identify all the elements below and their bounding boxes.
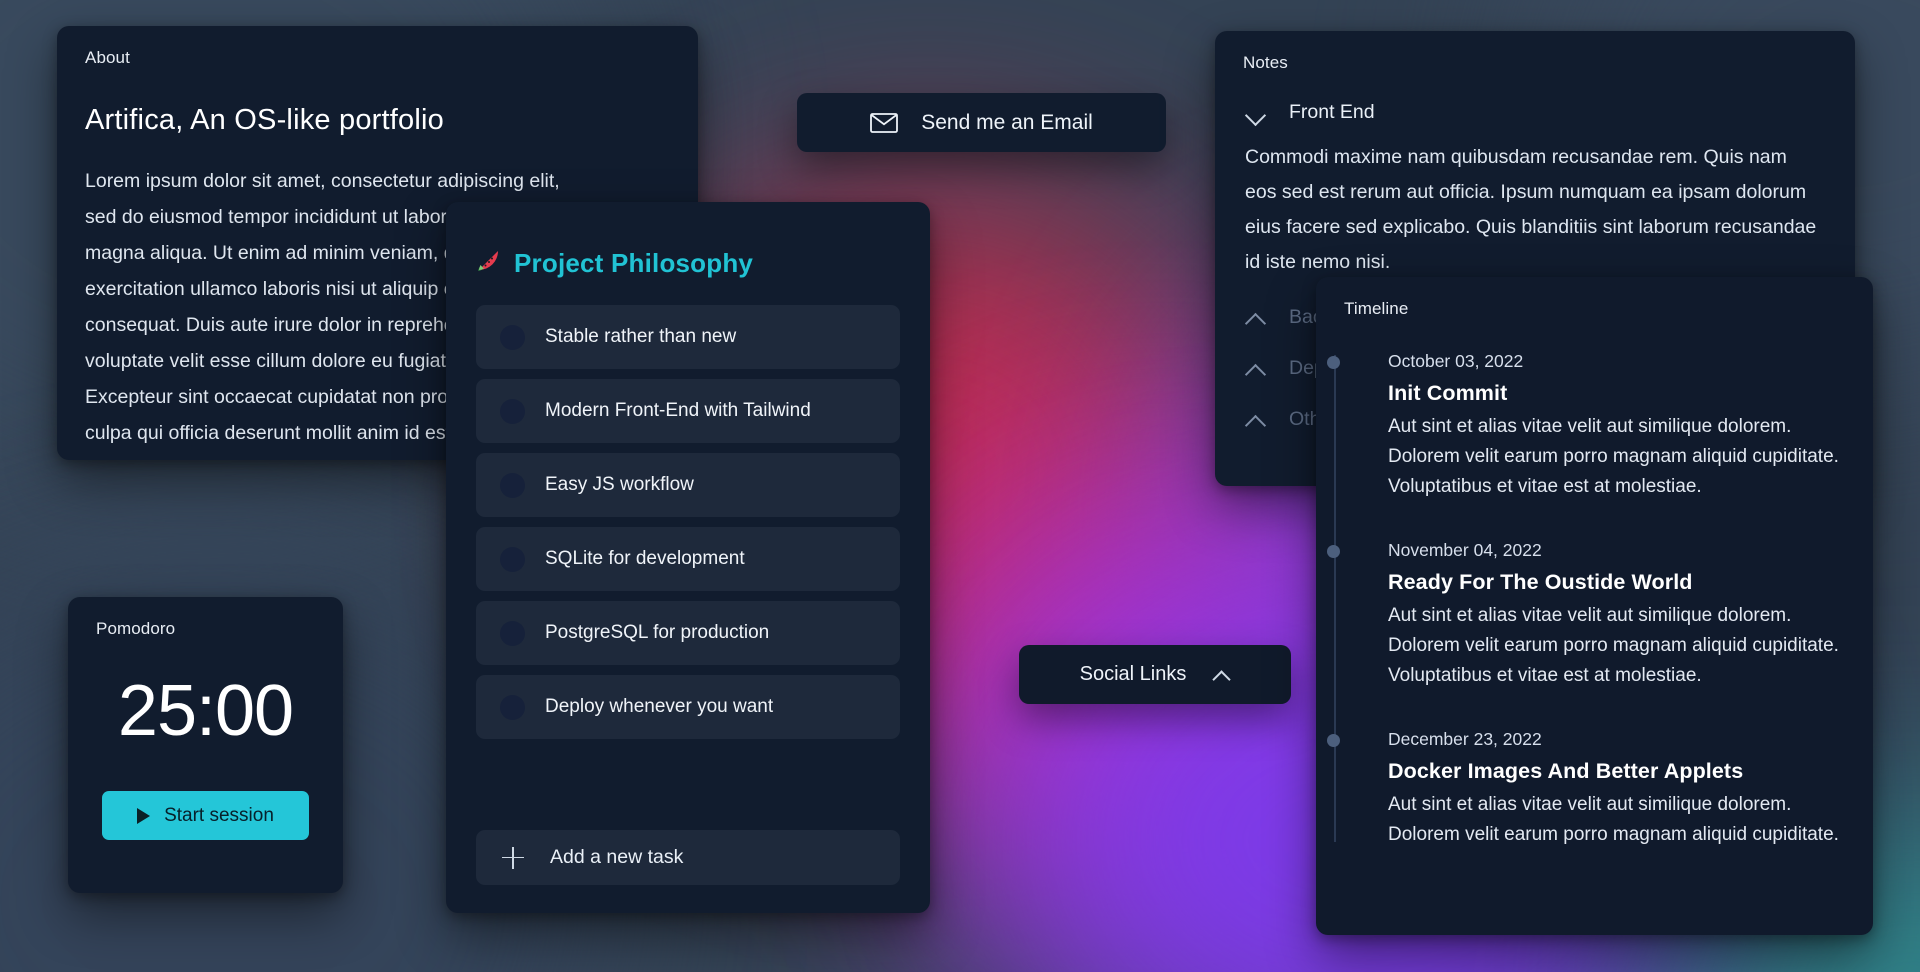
circle-unchecked-icon[interactable] — [500, 324, 525, 350]
timeline-entry-description: Aut sint et alias vitae velit aut simili… — [1388, 605, 1839, 686]
todo-item-label: SQLite for development — [545, 548, 745, 569]
notes-window-title: Notes — [1243, 53, 1288, 72]
send-email-button[interactable]: Send me an Email — [797, 93, 1166, 152]
circle-unchecked-icon[interactable] — [500, 620, 525, 646]
timeline-entry[interactable]: December 23, 2022 Docker Images And Bett… — [1327, 727, 1873, 850]
play-icon — [137, 807, 151, 824]
todo-item-label: Deploy whenever you want — [545, 696, 774, 717]
watermelon-icon — [476, 248, 502, 279]
notes-section-body: Commodi maxime nam quibusdam recusandae … — [1245, 146, 1817, 273]
timeline-entry[interactable]: November 04, 2022 Ready For The Oustide … — [1327, 538, 1873, 691]
project-philosophy-title: Project Philosophy — [514, 248, 754, 278]
plus-icon — [502, 846, 524, 869]
circle-unchecked-icon[interactable] — [500, 472, 525, 498]
todo-item[interactable]: Deploy whenever you want — [476, 675, 900, 739]
pomodoro-window[interactable]: Pomodoro 25:00 Start session — [68, 597, 343, 893]
project-philosophy-window[interactable]: Project Philosophy Stable rather than ne… — [446, 202, 930, 913]
timeline-bullet-icon — [1327, 356, 1340, 369]
pomodoro-timer-display: 25:00 — [117, 671, 294, 751]
chevron-up-icon — [1245, 363, 1267, 375]
pomodoro-window-title: Pomodoro — [96, 619, 176, 638]
send-email-label: Send me an Email — [921, 110, 1093, 134]
start-session-button[interactable]: Start session — [102, 791, 309, 840]
todo-item[interactable]: Stable rather than new — [476, 305, 900, 369]
circle-unchecked-icon[interactable] — [500, 694, 525, 720]
timeline-entry-description: Aut sint et alias vitae velit aut simili… — [1388, 794, 1839, 845]
social-links-button[interactable]: Social Links — [1019, 645, 1291, 704]
about-window-title: About — [85, 48, 130, 67]
todo-item[interactable]: SQLite for development — [476, 527, 900, 591]
timeline-entry-description: Aut sint et alias vitae velit aut simili… — [1388, 416, 1839, 497]
timeline-window-title: Timeline — [1344, 299, 1409, 318]
todo-item-label: Modern Front-End with Tailwind — [545, 400, 811, 421]
todo-item[interactable]: Easy JS workflow — [476, 453, 900, 517]
todo-item[interactable]: Modern Front-End with Tailwind — [476, 379, 900, 443]
chevron-down-icon — [1245, 107, 1267, 119]
notes-section-label: Front End — [1289, 101, 1375, 123]
timeline-bullet-icon — [1327, 545, 1340, 558]
envelope-icon — [870, 112, 899, 133]
add-task-button[interactable]: Add a new task — [476, 830, 900, 885]
timeline-list: October 03, 2022 Init Commit Aut sint et… — [1316, 349, 1873, 850]
start-session-label: Start session — [164, 804, 274, 826]
timeline-entry-title: Ready For The Oustide World — [1388, 570, 1693, 594]
about-heading: Artifica, An OS-like portfolio — [85, 104, 444, 136]
social-links-label: Social Links — [1079, 663, 1187, 685]
chevron-up-icon — [1245, 414, 1267, 426]
todo-item-label: PostgreSQL for production — [545, 622, 770, 643]
timeline-entry-date: December 23, 2022 — [1388, 729, 1542, 749]
chevron-up-icon — [1245, 312, 1267, 324]
timeline-entry[interactable]: October 03, 2022 Init Commit Aut sint et… — [1327, 349, 1873, 502]
timeline-entry-title: Init Commit — [1388, 381, 1508, 405]
circle-unchecked-icon[interactable] — [500, 398, 525, 424]
notes-section-front-end[interactable]: Front End — [1215, 101, 1855, 124]
timeline-entry-date: October 03, 2022 — [1388, 351, 1524, 371]
timeline-bullet-icon — [1327, 734, 1340, 747]
todo-item-label: Easy JS workflow — [545, 474, 694, 495]
timeline-entry-title: Docker Images And Better Applets — [1388, 759, 1744, 783]
timeline-axis-line — [1334, 355, 1336, 842]
circle-unchecked-icon[interactable] — [500, 546, 525, 572]
todo-item[interactable]: PostgreSQL for production — [476, 601, 900, 665]
add-task-label: Add a new task — [550, 846, 684, 868]
todo-list: Stable rather than new Modern Front-End … — [446, 305, 930, 739]
todo-item-label: Stable rather than new — [545, 326, 737, 347]
timeline-entry-date: November 04, 2022 — [1388, 540, 1542, 560]
timeline-window[interactable]: Timeline October 03, 2022 Init Commit Au… — [1316, 277, 1873, 935]
chevron-up-icon — [1212, 669, 1230, 680]
project-philosophy-header: Project Philosophy — [446, 202, 930, 279]
